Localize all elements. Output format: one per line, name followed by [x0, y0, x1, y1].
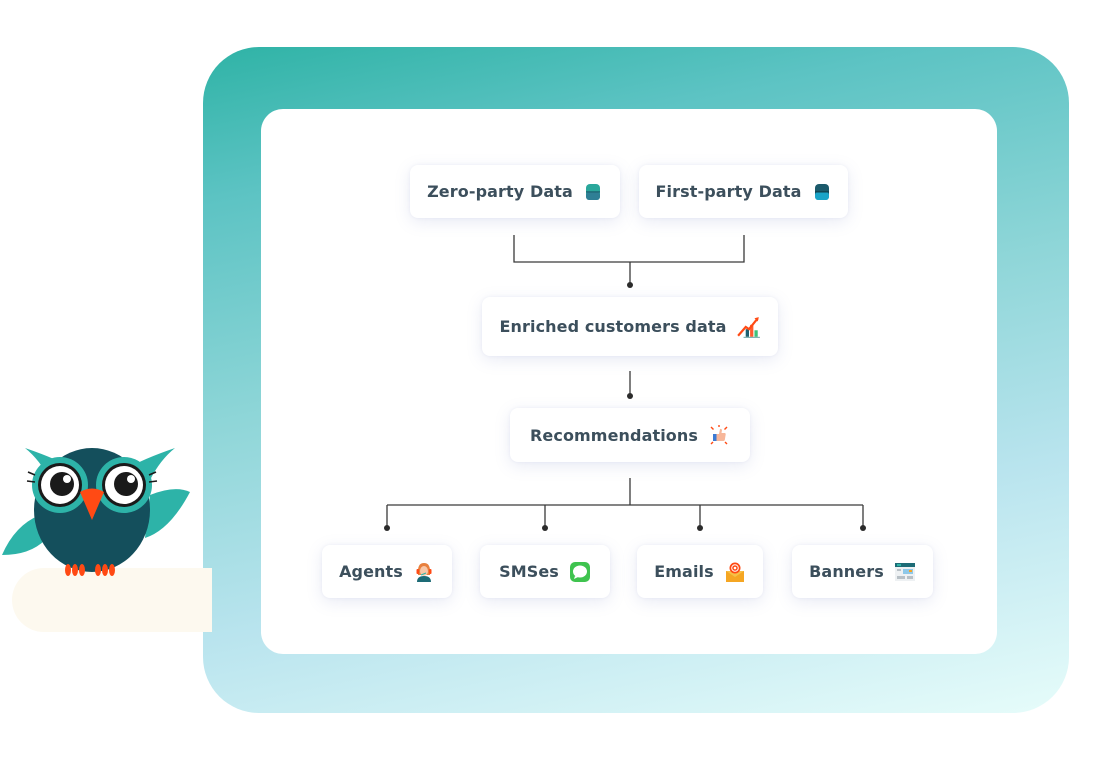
owl-mascot-icon — [2, 448, 190, 576]
node-label: Banners — [809, 562, 884, 581]
database-icon — [814, 183, 829, 200]
node-banners: Banners — [792, 545, 933, 598]
node-enriched-customers-data: Enriched customers data — [482, 297, 778, 356]
node-agents: Agents — [322, 545, 452, 598]
node-label: SMSes — [499, 562, 559, 581]
database-icon — [585, 183, 600, 200]
email-icon — [725, 562, 744, 582]
node-label: First-party Data — [655, 182, 802, 201]
node-label: Emails — [654, 562, 714, 581]
node-label: Recommendations — [529, 425, 699, 445]
thumbs-up-icon — [710, 425, 728, 445]
node-zero-party-data: Zero-party Data — [410, 165, 620, 218]
banner-icon — [894, 562, 915, 581]
chat-bubble-icon — [569, 561, 590, 582]
node-first-party-data: First-party Data — [639, 165, 848, 218]
node-label: Enriched customers data — [499, 317, 727, 336]
node-emails: Emails — [637, 545, 763, 598]
node-label: Zero-party Data — [427, 182, 573, 201]
node-smses: SMSes — [480, 545, 610, 598]
node-recommendations: Recommendations — [510, 408, 750, 462]
node-label: Agents — [339, 562, 403, 581]
growth-chart-icon — [736, 316, 760, 338]
support-agent-icon — [416, 562, 432, 582]
